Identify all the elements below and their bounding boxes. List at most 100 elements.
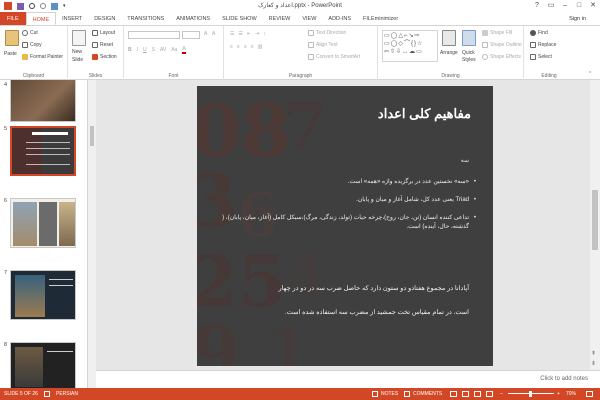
- format-painter-button[interactable]: Format Painter: [22, 54, 63, 60]
- cut-button[interactable]: Cut: [22, 30, 38, 36]
- tab-transitions[interactable]: TRANSITIONS: [121, 12, 170, 25]
- italic-icon[interactable]: I: [137, 47, 138, 53]
- tab-review[interactable]: REVIEW: [263, 12, 297, 25]
- new-slide-button-line2[interactable]: Slide: [72, 57, 83, 63]
- character-spacing-icon[interactable]: AV: [160, 47, 166, 53]
- slide-thumbnail-6[interactable]: [10, 198, 76, 248]
- normal-view-icon[interactable]: [450, 391, 457, 397]
- arrange-icon[interactable]: [442, 30, 456, 46]
- justify-icon[interactable]: ≡: [251, 44, 254, 50]
- section-button[interactable]: Section: [92, 54, 117, 60]
- slide-thumbnail-4[interactable]: [10, 80, 76, 122]
- strikethrough-icon[interactable]: S: [152, 47, 155, 53]
- minimize-button[interactable]: –: [558, 0, 572, 12]
- slide-bullet-2[interactable]: Triad یعنی عدد کل، شامل آغاز و میان و پا…: [219, 196, 476, 205]
- slide-paragraph-line-1[interactable]: آپادانا در مجموع هفتادو دو ستون دارد که …: [209, 284, 469, 292]
- zoom-slider-thumb[interactable]: [529, 391, 532, 397]
- new-slide-button[interactable]: New: [72, 49, 82, 55]
- increase-font-icon[interactable]: A: [204, 31, 207, 37]
- current-slide[interactable]: 08 7 3 6 25 4 9 1 مفاهیم کلی اعداد سه «س…: [197, 86, 493, 366]
- tab-design[interactable]: DESIGN: [88, 12, 121, 25]
- shape-effects-button[interactable]: Shape Effects: [482, 54, 521, 60]
- ribbon-display-button[interactable]: ▭: [544, 0, 558, 12]
- columns-icon[interactable]: ▥: [258, 44, 263, 50]
- slide-bullet-1[interactable]: «سه» نخستین عدد در برگزیده واژه «همه» اس…: [219, 178, 476, 187]
- font-color-icon[interactable]: A: [182, 46, 186, 54]
- help-button[interactable]: ?: [530, 0, 544, 12]
- thumbnail-scrollbar[interactable]: [88, 80, 96, 388]
- fit-slide-icon[interactable]: [586, 391, 593, 397]
- shape-outline-button[interactable]: Shape Outline: [482, 42, 522, 48]
- language-indicator[interactable]: PERSIAN: [56, 391, 78, 397]
- font-size-box[interactable]: [182, 31, 200, 39]
- align-left-icon[interactable]: ≡: [230, 44, 233, 50]
- align-text-button[interactable]: Align Text: [308, 42, 338, 48]
- maximize-button[interactable]: □: [572, 0, 586, 12]
- shape-fill-button[interactable]: Shape Fill: [482, 30, 512, 36]
- zoom-out-icon[interactable]: –: [500, 391, 503, 397]
- close-button[interactable]: ✕: [586, 0, 600, 12]
- new-slide-icon[interactable]: [72, 30, 86, 46]
- reset-button[interactable]: Reset: [92, 42, 113, 48]
- slide-subtitle[interactable]: سه: [461, 157, 469, 164]
- slide-thumbnail-8[interactable]: [10, 342, 76, 388]
- line-spacing-icon[interactable]: ↕: [263, 31, 266, 37]
- thumbnail-scrollbar-thumb[interactable]: [90, 126, 94, 146]
- notes-toggle[interactable]: NOTES: [381, 391, 398, 397]
- align-center-icon[interactable]: ≡: [237, 44, 240, 50]
- layout-button[interactable]: Layout: [92, 30, 115, 36]
- reading-view-icon[interactable]: [474, 391, 481, 397]
- zoom-in-icon[interactable]: +: [557, 391, 560, 397]
- align-right-icon[interactable]: ≡: [244, 44, 247, 50]
- replace-button[interactable]: Replace: [530, 42, 556, 48]
- notes-icon[interactable]: [372, 391, 378, 397]
- select-button[interactable]: Select: [530, 54, 552, 60]
- decrease-font-icon[interactable]: A: [212, 31, 215, 37]
- spell-check-icon[interactable]: [44, 391, 50, 397]
- slide-scrollbar[interactable]: ⇞ ⇟: [590, 80, 600, 370]
- slide-scrollbar-thumb[interactable]: [592, 190, 598, 250]
- slide-thumbnail-5[interactable]: [10, 126, 76, 176]
- tab-fileminimizer[interactable]: FILEminimizer: [357, 12, 404, 25]
- paste-button[interactable]: Paste: [4, 51, 17, 57]
- quick-styles-button[interactable]: Quick: [462, 50, 475, 56]
- notes-placeholder[interactable]: Click to add notes: [540, 376, 588, 382]
- arrange-button[interactable]: Arrange: [440, 50, 458, 56]
- increase-indent-icon[interactable]: ⇥: [255, 31, 259, 37]
- paste-icon[interactable]: [5, 30, 19, 46]
- comments-toggle[interactable]: COMMENTS: [413, 391, 442, 397]
- shapes-gallery[interactable]: ▭◯△⌐↘⇨ ▭◯◇⌒{}☆ ⇦⇧⇩↔☁▭: [382, 30, 438, 62]
- zoom-level[interactable]: 70%: [566, 391, 576, 397]
- font-name-box[interactable]: [128, 31, 180, 39]
- tab-insert[interactable]: INSERT: [56, 12, 88, 25]
- quick-styles-icon[interactable]: [462, 30, 476, 46]
- tab-file[interactable]: FILE: [0, 12, 26, 25]
- tab-add-ins[interactable]: ADD-INS: [322, 12, 357, 25]
- tab-slide-show[interactable]: SLIDE SHOW: [216, 12, 263, 25]
- slide-show-icon[interactable]: [486, 391, 493, 397]
- slide-title[interactable]: مفاهیم کلی اعداد: [378, 106, 471, 122]
- find-button[interactable]: Find: [530, 30, 548, 36]
- slide-thumbnail-7[interactable]: [10, 270, 76, 320]
- collapse-ribbon-icon[interactable]: ⌃: [588, 71, 592, 77]
- text-direction-button[interactable]: Text Direction: [308, 30, 346, 36]
- slide-paragraph-line-2[interactable]: است. در تمام مقیاس تخت جمشید از مضرب سه …: [209, 308, 469, 316]
- tab-animations[interactable]: ANIMATIONS: [170, 12, 216, 25]
- tab-view[interactable]: VIEW: [296, 12, 322, 25]
- decrease-indent-icon[interactable]: ⇤: [247, 31, 251, 37]
- slide-bullet-3[interactable]: تداعی کننده انسان (تن، جان، روح)،چرخه حی…: [219, 214, 476, 232]
- previous-slide-icon[interactable]: ⇞: [591, 350, 596, 357]
- next-slide-icon[interactable]: ⇟: [591, 360, 596, 367]
- numbering-icon[interactable]: ☰: [238, 31, 242, 37]
- quick-styles-button-line2[interactable]: Styles: [462, 57, 476, 63]
- bullets-icon[interactable]: ☰: [230, 31, 234, 37]
- bold-icon[interactable]: B: [128, 47, 132, 53]
- comments-icon[interactable]: [404, 391, 410, 397]
- convert-smartart-button[interactable]: Convert to SmartArt: [308, 54, 360, 60]
- copy-button[interactable]: Copy: [22, 42, 42, 48]
- slide-sorter-icon[interactable]: [462, 391, 469, 397]
- sign-in-link[interactable]: Sign in: [569, 12, 586, 26]
- underline-icon[interactable]: U: [143, 47, 147, 53]
- notes-pane[interactable]: Click to add notes: [96, 370, 600, 388]
- tab-home[interactable]: HOME: [25, 12, 57, 25]
